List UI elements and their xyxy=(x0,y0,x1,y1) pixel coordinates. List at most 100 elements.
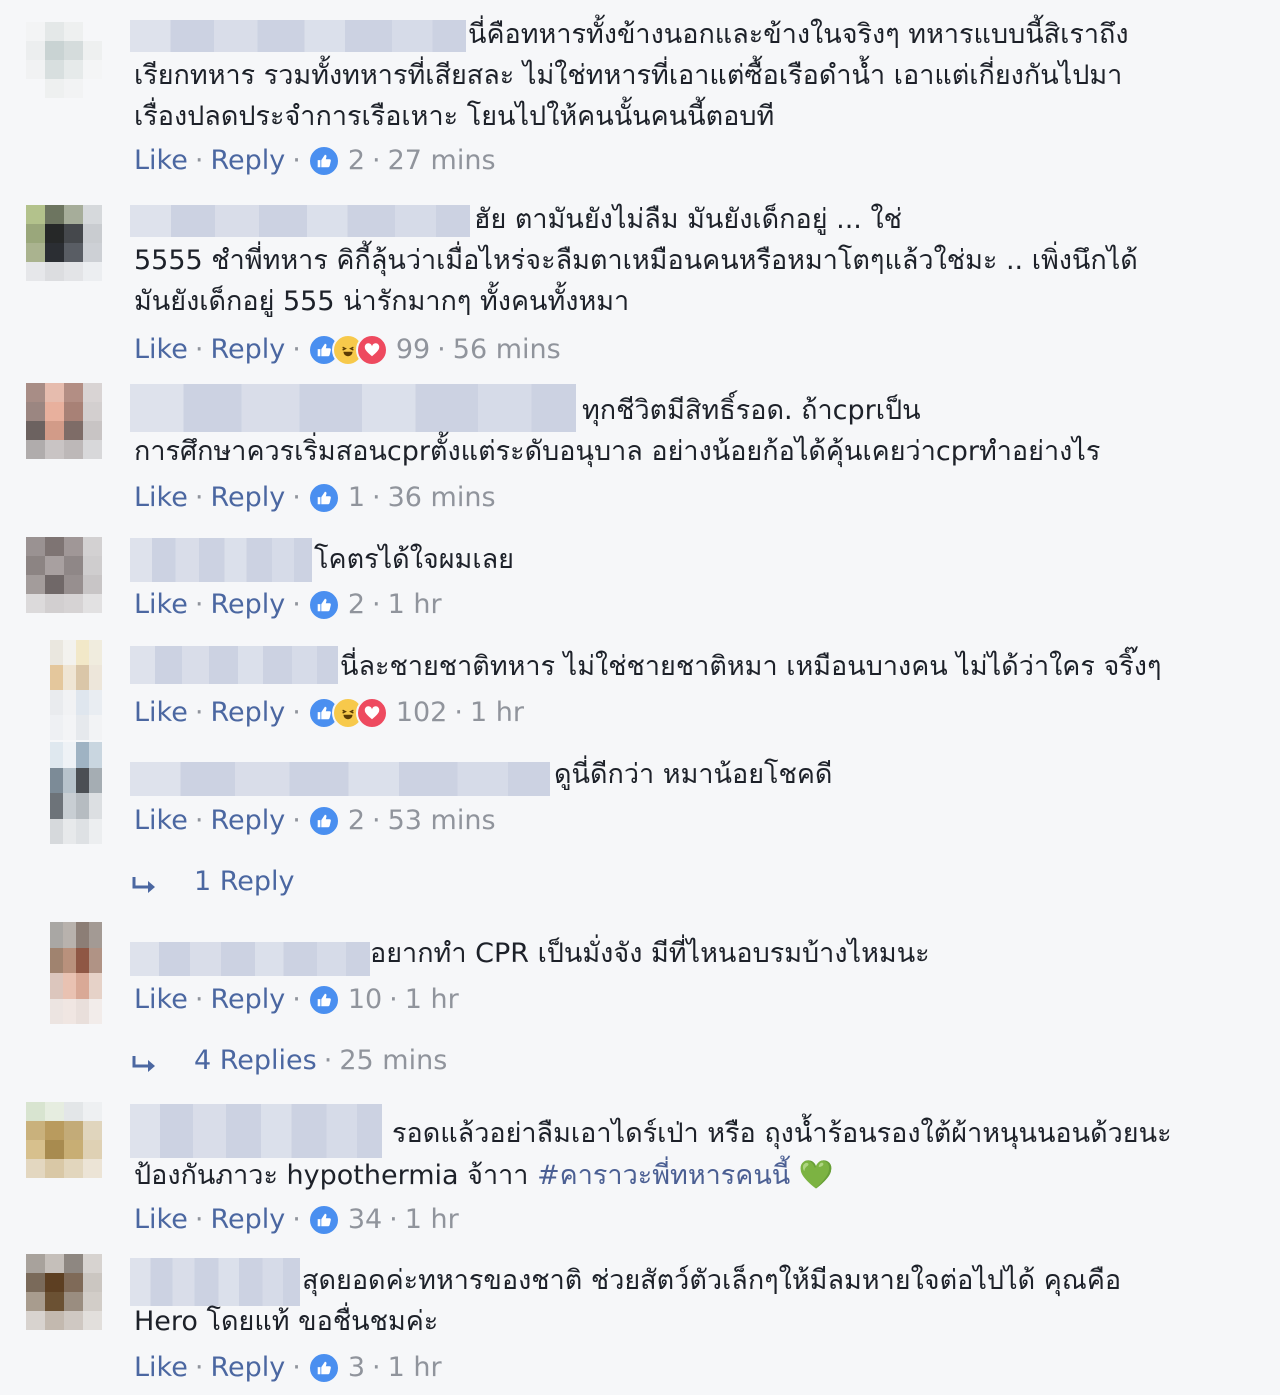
like-reaction-icon xyxy=(307,145,340,177)
like-link[interactable]: Like xyxy=(134,480,188,516)
reactions-summary[interactable] xyxy=(307,697,388,729)
avatar[interactable] xyxy=(50,640,102,740)
reply-link[interactable]: Reply xyxy=(210,480,285,516)
avatar[interactable] xyxy=(26,205,102,281)
avatar[interactable] xyxy=(50,922,102,1024)
dot-separator: · xyxy=(292,482,301,513)
timestamp[interactable]: 27 mins xyxy=(388,143,496,179)
timestamp[interactable]: 36 mins xyxy=(388,480,496,516)
dot-separator: · xyxy=(372,1352,381,1383)
like-link[interactable]: Like xyxy=(134,332,188,368)
dot-separator: · xyxy=(194,589,204,620)
dot-separator: · xyxy=(292,984,301,1015)
love-reaction-icon xyxy=(355,334,388,366)
view-replies[interactable]: 1 Reply xyxy=(130,864,295,900)
green-heart-emoji: 💚 xyxy=(798,1158,834,1191)
dot-separator: · xyxy=(292,805,301,836)
dot-separator: · xyxy=(437,334,446,365)
reply-link[interactable]: Reply xyxy=(210,1350,285,1386)
avatar[interactable] xyxy=(26,22,102,98)
timestamp[interactable]: 56 mins xyxy=(453,332,561,368)
dot-separator: · xyxy=(194,697,204,728)
timestamp[interactable]: 1 hr xyxy=(405,982,459,1018)
reactions-summary[interactable] xyxy=(307,334,388,366)
comment-actions: Like · Reply · 1 · 36 mins xyxy=(134,480,496,516)
timestamp[interactable]: 1 hr xyxy=(388,587,442,623)
like-link[interactable]: Like xyxy=(134,143,188,179)
like-link[interactable]: Like xyxy=(134,695,188,731)
view-replies[interactable]: 4 Replies · 25 mins xyxy=(130,1043,447,1079)
comment-actions: Like · Reply · 3 · 1 hr xyxy=(134,1350,442,1386)
dot-separator: · xyxy=(292,145,301,176)
reactions-summary[interactable] xyxy=(307,482,340,514)
comment-text: ฮัย ตามันยังไม่ลืม มันยังเด็กอยู่ ... ใช… xyxy=(134,199,1138,322)
reaction-count[interactable]: 10 xyxy=(348,982,382,1018)
reaction-count[interactable]: 2 xyxy=(348,587,365,623)
like-link[interactable]: Like xyxy=(134,982,188,1018)
reactions-summary[interactable] xyxy=(307,589,340,621)
avatar[interactable] xyxy=(26,1254,102,1330)
dot-separator: · xyxy=(292,697,301,728)
comment-line: อยากทำ CPR เป็นมั่งจัง มีที่ไหนอบรมบ้างไ… xyxy=(370,938,930,969)
like-link[interactable]: Like xyxy=(134,803,188,839)
reaction-count[interactable]: 2 xyxy=(348,143,365,179)
comment-actions: Like · Reply · 2 · 27 mins xyxy=(134,143,496,179)
like-reaction-icon xyxy=(307,1204,340,1236)
dot-separator: · xyxy=(194,482,204,513)
like-link[interactable]: Like xyxy=(134,587,188,623)
dot-separator: · xyxy=(194,1352,204,1383)
dot-separator: · xyxy=(372,805,381,836)
reaction-count[interactable]: 2 xyxy=(348,803,365,839)
comment-line: เรื่องปลดประจำการเรือเหาะ โยนไปให้คนนั้น… xyxy=(134,101,775,132)
comment-line-text: ป้องกันภาวะ hypothermia จ้าาา xyxy=(134,1160,529,1191)
avatar[interactable] xyxy=(26,537,102,613)
reactions-summary[interactable] xyxy=(307,805,340,837)
reply-link[interactable]: Reply xyxy=(210,332,285,368)
reaction-count[interactable]: 34 xyxy=(348,1202,382,1238)
dot-separator: · xyxy=(194,805,204,836)
reactions-summary[interactable] xyxy=(307,145,340,177)
reactions-summary[interactable] xyxy=(307,1204,340,1236)
comment-line: ทุกชีวิตมีสิทธิ์รอด. ถ้าcprเป็น xyxy=(582,395,921,426)
reply-link[interactable]: Reply xyxy=(210,1202,285,1238)
comment-line: 5555 ชำพี่ทหาร คิกี้ลุ้นว่าเมื่อไหร่จะลื… xyxy=(134,245,1138,276)
timestamp[interactable]: 1 hr xyxy=(405,1202,459,1238)
reply-link[interactable]: Reply xyxy=(210,695,285,731)
reply-link[interactable]: Reply xyxy=(210,982,285,1018)
like-link[interactable]: Like xyxy=(134,1350,188,1386)
dot-separator: · xyxy=(194,1204,204,1235)
reply-arrow-icon xyxy=(130,871,160,893)
avatar[interactable] xyxy=(26,383,102,459)
comment-text: อยากทำ CPR เป็นมั่งจัง มีที่ไหนอบรมบ้างไ… xyxy=(134,933,930,974)
reactions-summary[interactable] xyxy=(307,984,340,1016)
reaction-count[interactable]: 99 xyxy=(396,332,430,368)
comment-line: นี่ละชายชาติทหาร ไม่ใช่ชายชาติหมา เหมือน… xyxy=(340,651,1162,682)
timestamp[interactable]: 1 hr xyxy=(388,1350,442,1386)
reply-link[interactable]: Reply xyxy=(210,587,285,623)
replies-count-link[interactable]: 1 Reply xyxy=(194,864,295,900)
replies-count-link[interactable]: 4 Replies xyxy=(194,1043,317,1079)
reaction-count[interactable]: 1 xyxy=(348,480,365,516)
reactions-summary[interactable] xyxy=(307,1352,340,1384)
dot-separator: · xyxy=(389,984,398,1015)
dot-separator: · xyxy=(292,589,301,620)
dot-separator: · xyxy=(194,984,204,1015)
dot-separator: · xyxy=(292,334,301,365)
dot-separator: · xyxy=(194,145,204,176)
reply-arrow-icon xyxy=(130,1050,160,1072)
comment-line: รอดแล้วอย่าลืมเอาไดร์เป่า หรือ ถุงน้ำร้อ… xyxy=(392,1118,1172,1149)
reaction-count[interactable]: 102 xyxy=(396,695,448,731)
comment-text: โคตรได้ใจผมเลย xyxy=(134,539,514,580)
avatar[interactable] xyxy=(26,1102,102,1178)
timestamp[interactable]: 53 mins xyxy=(388,803,496,839)
like-reaction-icon xyxy=(307,1352,340,1384)
like-reaction-icon xyxy=(307,805,340,837)
comment-text: ดูนี่ดีกว่า หมาน้อยโชคดี xyxy=(134,754,832,795)
reply-link[interactable]: Reply xyxy=(210,143,285,179)
avatar[interactable] xyxy=(50,742,102,844)
hashtag-link[interactable]: #คาราวะพี่ทหารคนนี้ xyxy=(537,1160,790,1191)
reaction-count[interactable]: 3 xyxy=(348,1350,365,1386)
reply-link[interactable]: Reply xyxy=(210,803,285,839)
like-link[interactable]: Like xyxy=(134,1202,188,1238)
timestamp[interactable]: 1 hr xyxy=(470,695,524,731)
